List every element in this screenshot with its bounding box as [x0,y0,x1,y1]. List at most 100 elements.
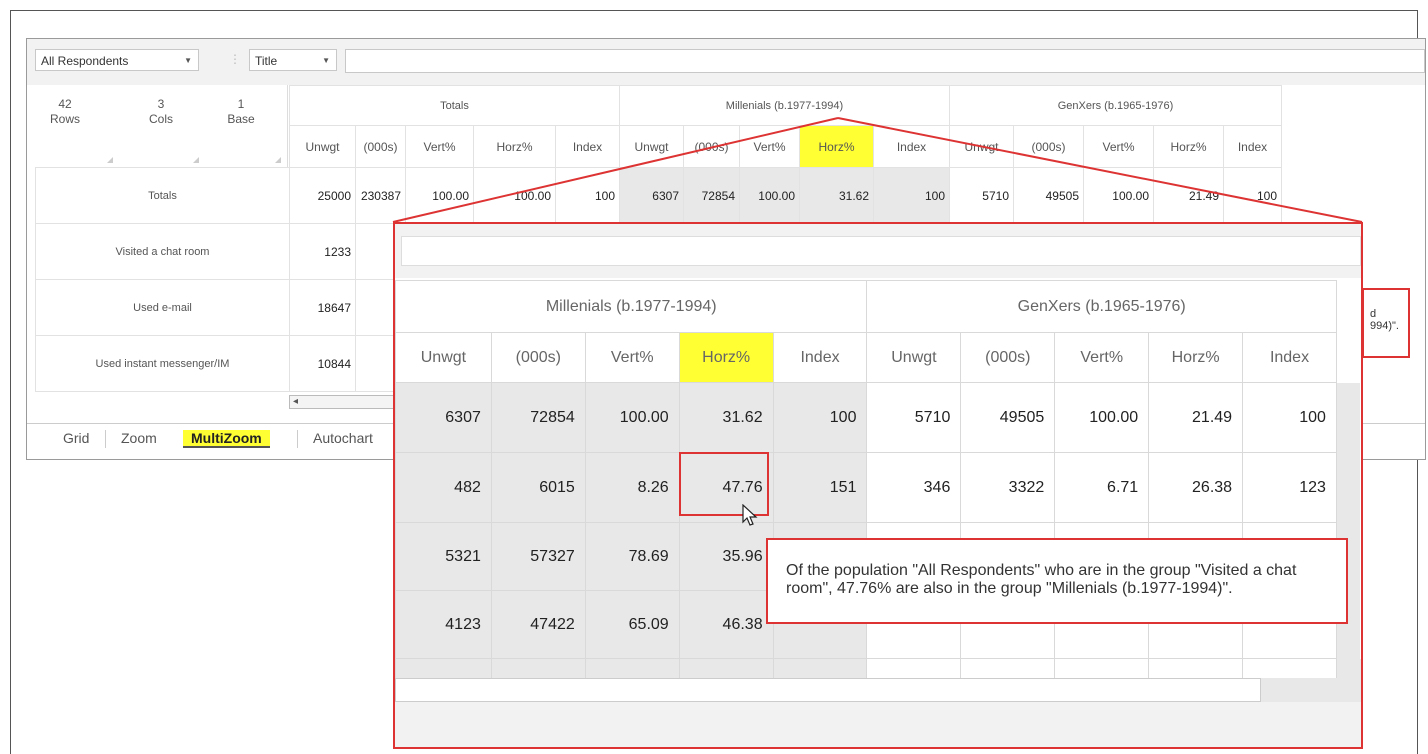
group-header[interactable]: Millenials (b.1977-1994) [395,280,868,333]
table-cell[interactable]: 1233 [289,223,356,280]
column-header[interactable]: Vert% [405,125,474,168]
table-cell[interactable]: 100.00 [739,167,800,224]
zoom-bottom-bar [395,702,1361,747]
column-header[interactable]: Vert% [1083,125,1154,168]
table-cell[interactable]: 100.00 [405,167,474,224]
column-header[interactable]: Index [1242,332,1337,383]
column-header[interactable]: Horz% [1148,332,1244,383]
partial-tooltip-callout: d 994)". [1362,288,1410,358]
title-input[interactable] [345,49,1425,73]
column-header[interactable]: Unwgt [866,332,962,383]
table-cell[interactable]: 35.96 [678,522,774,591]
table-cell[interactable]: 6307 [395,382,492,453]
scroll-left-icon[interactable]: ◂ [293,396,298,407]
table-cell[interactable]: 72854 [683,167,740,224]
zoom-group-header-row: Millenials (b.1977-1994) GenXers (b.1965… [395,280,1361,333]
table-cell[interactable]: 100 [873,167,950,224]
column-header[interactable]: Unwgt [949,125,1014,168]
table-cell[interactable]: 5710 [949,167,1014,224]
table-cell[interactable]: 100 [1223,167,1282,224]
table-cell[interactable]: 100 [555,167,620,224]
zoom-horizontal-scrollbar[interactable] [395,678,1261,702]
table-cell[interactable]: 6.71 [1054,452,1150,523]
column-header[interactable]: (000s) [490,332,586,383]
table-cell[interactable]: 123 [1242,452,1337,523]
table-cell[interactable]: 6307 [619,167,684,224]
table-cell[interactable]: 25000 [289,167,356,224]
table-cell[interactable]: 21.49 [1148,382,1244,453]
table-cell[interactable]: 230387 [355,167,406,224]
column-header[interactable]: Horz% [1153,125,1224,168]
column-header-highlighted[interactable]: Horz% [799,125,874,168]
table-cell[interactable]: 49505 [1013,167,1084,224]
partial-tooltip-text: d 994)". [1370,308,1399,332]
table-cell[interactable]: 10844 [289,335,356,392]
column-header[interactable]: Vert% [1054,332,1150,383]
population-select[interactable]: All Respondents ▼ [35,49,199,71]
table-cell[interactable]: 5321 [395,522,492,591]
table-cell[interactable]: 31.62 [678,382,774,453]
row-label[interactable]: Used e-mail [35,279,290,336]
table-cell[interactable]: 31.62 [799,167,874,224]
corner-cell [36,86,290,126]
table-cell[interactable]: 100.00 [473,167,556,224]
title-select[interactable]: Title ▼ [249,49,337,71]
table-cell[interactable]: 57327 [490,522,586,591]
row-label[interactable]: Visited a chat room [35,223,290,280]
table-cell[interactable]: 482 [395,452,492,523]
table-cell[interactable]: 3322 [960,452,1056,523]
table-cell[interactable]: 5710 [866,382,962,453]
zoom-title-input[interactable] [401,236,1361,266]
spacer-cell [1336,333,1360,383]
table-cell[interactable]: 100.00 [584,382,680,453]
group-header-row: Totals Millenials (b.1977-1994) GenXers … [36,85,1282,126]
column-header[interactable]: (000s) [960,332,1056,383]
table-cell[interactable]: 100 [1242,382,1337,453]
table-cell[interactable]: 346 [866,452,962,523]
cell-tooltip: Of the population "All Respondents" who … [766,538,1348,624]
table-cell[interactable]: 100.00 [1083,167,1154,224]
tab-multizoom[interactable]: MultiZoom [183,430,270,448]
column-header[interactable]: (000s) [1013,125,1084,168]
tab-grid[interactable]: Grid [63,430,89,446]
column-header[interactable]: Unwgt [619,125,684,168]
table-cell[interactable]: 21.49 [1153,167,1224,224]
table-cell[interactable]: 46.38 [678,590,774,659]
table-cell[interactable]: 4123 [395,590,492,659]
column-header[interactable]: Index [873,125,950,168]
row-label[interactable]: Used instant messenger/IM [35,335,290,392]
tab-autochart[interactable]: Autochart [313,430,373,446]
group-header[interactable]: Totals [289,85,620,126]
table-cell[interactable]: 26.38 [1148,452,1244,523]
table-cell[interactable]: 49505 [960,382,1056,453]
column-header-highlighted[interactable]: Horz% [678,332,774,383]
column-header[interactable]: (000s) [683,125,740,168]
table-cell[interactable]: 78.69 [584,522,680,591]
column-header[interactable]: Horz% [473,125,556,168]
column-header[interactable]: Index [1223,125,1282,168]
column-header[interactable]: (000s) [355,125,406,168]
table-cell[interactable]: 6015 [490,452,586,523]
column-header[interactable]: Unwgt [289,125,356,168]
table-cell[interactable]: 18647 [289,279,356,336]
column-header[interactable]: Index [772,332,868,383]
table-cell[interactable]: 151 [772,452,868,523]
column-header[interactable]: Vert% [739,125,800,168]
chevron-down-icon: ▼ [322,56,330,65]
column-header[interactable]: Index [555,125,620,168]
table-row: Totals 25000 230387 100.00 100.00 100 63… [35,167,1282,224]
group-header[interactable]: GenXers (b.1965-1976) [866,280,1337,333]
table-cell[interactable]: 72854 [490,382,586,453]
table-cell[interactable]: 47422 [490,590,586,659]
table-cell[interactable]: 100.00 [1054,382,1150,453]
table-cell[interactable]: 100 [772,382,868,453]
zoom-column-header-row: Unwgt (000s) Vert% Horz% Index Unwgt (00… [395,332,1361,383]
row-label[interactable]: Totals [35,167,290,224]
column-header[interactable]: Vert% [584,332,680,383]
table-cell[interactable]: 8.26 [584,452,680,523]
tab-zoom[interactable]: Zoom [121,430,157,446]
table-cell[interactable]: 65.09 [584,590,680,659]
group-header[interactable]: Millenials (b.1977-1994) [619,85,950,126]
group-header[interactable]: GenXers (b.1965-1976) [949,85,1282,126]
column-header[interactable]: Unwgt [395,332,492,383]
